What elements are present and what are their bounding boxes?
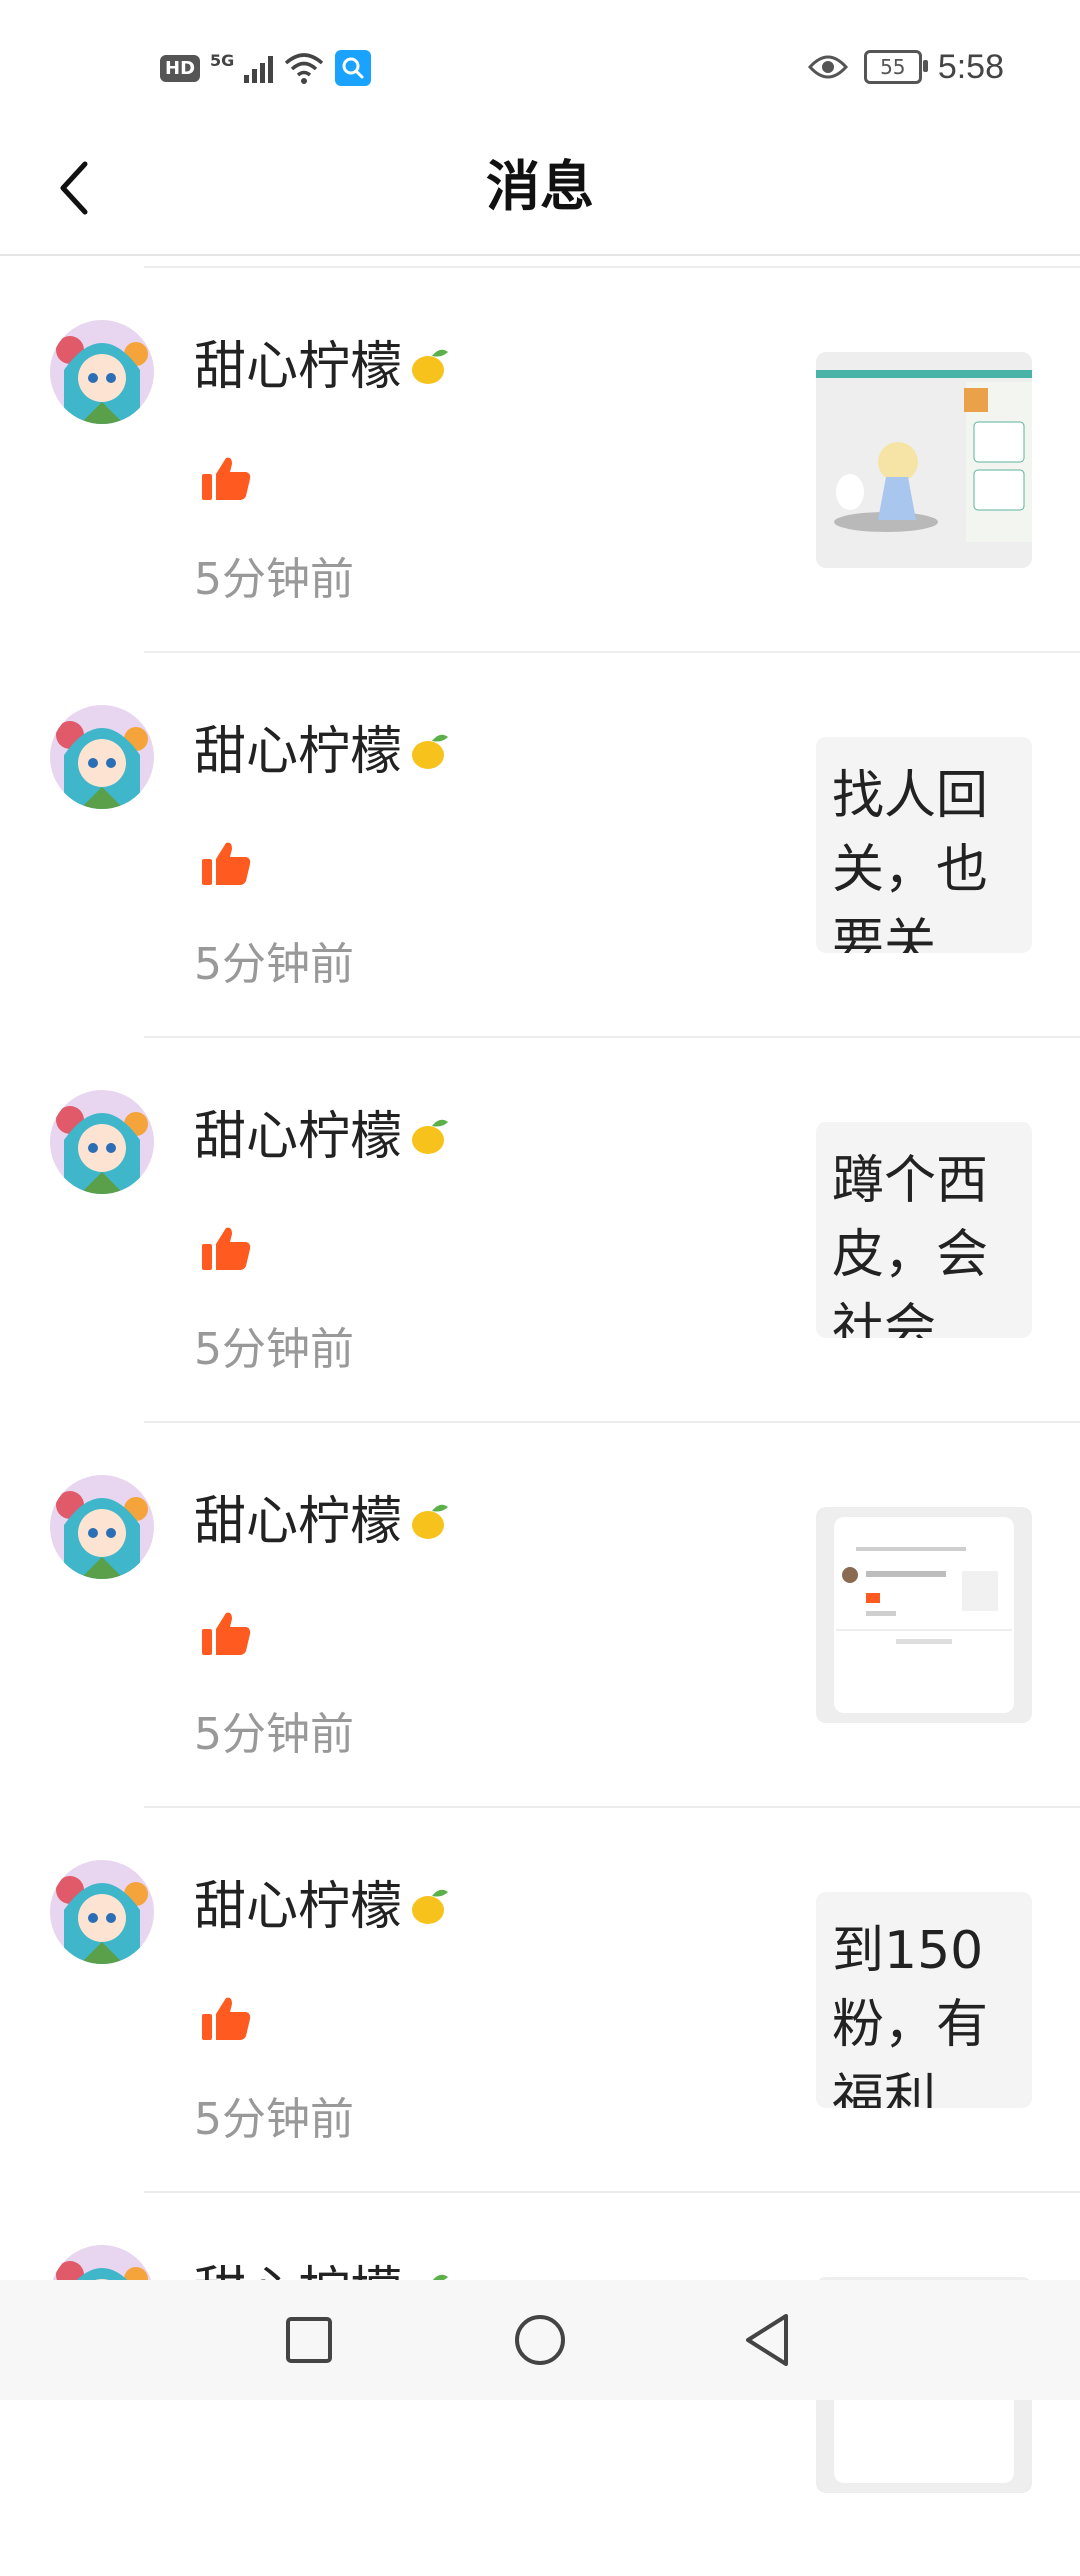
- search-app-icon: [335, 50, 372, 86]
- username-text: 甜心柠檬: [194, 722, 403, 782]
- list-item[interactable]: 甜心柠檬 5分钟前 找人回关，也要关: [50, 651, 1080, 1036]
- network-type: 5G: [210, 50, 235, 70]
- message-time: 5分钟前: [194, 939, 354, 990]
- post-preview-text: 找人回关，也要关: [832, 766, 989, 953]
- system-nav-bar: [0, 2280, 1080, 2400]
- username-text: 甜心柠檬: [194, 337, 403, 397]
- username[interactable]: 甜心柠檬: [194, 332, 452, 402]
- avatar[interactable]: [50, 705, 154, 809]
- thumbs-up-icon: [202, 1997, 251, 2040]
- message-list[interactable]: 甜心柠檬 5分钟前 甜心柠檬 5分钟前 找人回关，也要关 甜心柠檬 5分钟前 蹲…: [0, 266, 1080, 2576]
- avatar[interactable]: [50, 320, 154, 424]
- back-nav-button[interactable]: [727, 2304, 807, 2376]
- wifi-icon: [285, 53, 324, 84]
- list-item[interactable]: 甜心柠檬 5分钟前 到150粉，有福利: [50, 1806, 1080, 2191]
- lemon-emoji-icon: [412, 1889, 449, 1924]
- eye-icon: [807, 55, 848, 79]
- lemon-emoji-icon: [412, 734, 449, 769]
- lemon-emoji-icon: [412, 1504, 449, 1539]
- page-title: 消息: [486, 155, 594, 218]
- avatar[interactable]: [50, 1860, 154, 1964]
- message-time: 5分钟前: [194, 1324, 354, 1375]
- square-icon: [286, 2317, 332, 2363]
- status-left-icons: HD 5G: [160, 48, 372, 88]
- post-thumbnail[interactable]: 找人回关，也要关: [816, 737, 1032, 953]
- avatar[interactable]: [50, 1475, 154, 1579]
- list-item[interactable]: 甜心柠檬 5分钟前: [50, 1421, 1080, 1806]
- clock: 5:58: [937, 47, 1004, 86]
- username-text: 甜心柠檬: [194, 1877, 403, 1937]
- signal-icon: [244, 53, 274, 83]
- post-preview-text: 到150粉，有福利: [832, 1921, 989, 2108]
- username[interactable]: 甜心柠檬: [194, 1872, 452, 1942]
- username[interactable]: 甜心柠檬: [194, 717, 452, 787]
- message-time: 5分钟前: [194, 1709, 354, 1760]
- recents-button[interactable]: [269, 2304, 349, 2376]
- avatar[interactable]: [50, 1090, 154, 1194]
- post-preview-text: 蹲个西皮，会社会: [832, 1151, 989, 1338]
- username[interactable]: 甜心柠檬: [194, 1487, 452, 1557]
- username-text: 甜心柠檬: [194, 1107, 403, 1167]
- list-item[interactable]: 甜心柠檬 5分钟前: [50, 266, 1080, 651]
- app-header: 消息: [0, 120, 1080, 256]
- thumbs-up-icon: [202, 1612, 251, 1655]
- circle-icon: [515, 2315, 565, 2365]
- username-text: 甜心柠檬: [194, 1492, 403, 1552]
- status-right-icons: 55 5:58: [807, 42, 1004, 92]
- post-thumbnail[interactable]: [816, 352, 1032, 568]
- post-thumbnail[interactable]: 蹲个西皮，会社会: [816, 1122, 1032, 1338]
- home-button[interactable]: [500, 2304, 580, 2376]
- message-time: 5分钟前: [194, 2094, 354, 2145]
- hd-badge: HD: [160, 54, 201, 82]
- post-thumbnail[interactable]: [816, 1507, 1032, 1723]
- list-item[interactable]: 甜心柠檬 5分钟前 蹲个西皮，会社会: [50, 1036, 1080, 1421]
- post-thumbnail[interactable]: 到150粉，有福利: [816, 1892, 1032, 2108]
- status-bar: HD 5G 55 5:58: [0, 0, 1080, 120]
- thumbs-up-icon: [202, 457, 251, 500]
- lemon-emoji-icon: [412, 349, 449, 384]
- thumbs-up-icon: [202, 1227, 251, 1270]
- message-time: 5分钟前: [194, 554, 354, 605]
- lemon-emoji-icon: [412, 1119, 449, 1154]
- battery-level: 55: [880, 55, 906, 79]
- battery-icon: 55: [863, 50, 928, 84]
- thumbs-up-icon: [202, 842, 251, 885]
- username[interactable]: 甜心柠檬: [194, 1102, 452, 1172]
- triangle-back-icon: [746, 2314, 788, 2366]
